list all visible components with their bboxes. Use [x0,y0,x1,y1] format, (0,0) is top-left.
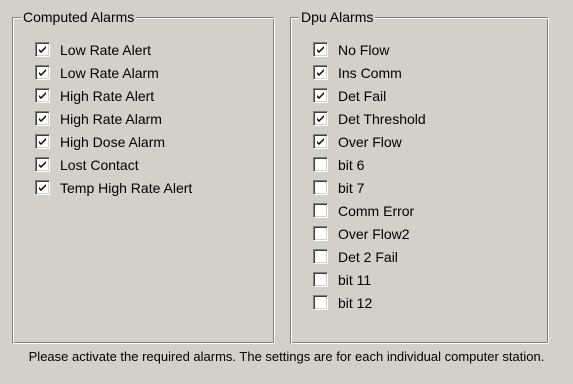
dpu-alarms-title: Dpu Alarms [299,8,376,26]
checkmark-icon [39,138,46,145]
computed-alarms-list: Low Rate Alert Low Rate Alarm High Rate Al… [35,38,192,199]
dpu-alarm-checkbox-det-2-fail[interactable]: Det 2 Fail [313,245,426,268]
computed-alarm-checkbox-low-rate-alert[interactable]: Low Rate Alert [35,38,192,61]
checkmark-icon [39,69,46,76]
checkmark-icon [39,115,46,122]
checkmark-icon [317,92,324,99]
computed-alarm-checkbox-high-rate-alert[interactable]: High Rate Alert [35,84,192,107]
dpu-alarm-checkbox-bit-11[interactable]: bit 11 [313,268,426,291]
checkmark-icon [317,69,324,76]
alarm-settings-panel: { "computed_alarms": { "title": "Compute… [0,0,573,384]
checkbox-box[interactable] [313,88,328,103]
dpu-alarms-list: No Flow Ins Comm Det Fail Det Threshold Over… [313,38,426,314]
dpu-alarm-checkbox-bit-7[interactable]: bit 7 [313,176,426,199]
checkbox-box[interactable] [35,180,50,195]
checkmark-icon [317,46,324,53]
dpu-alarm-checkbox-ins-comm[interactable]: Ins Comm [313,61,426,84]
dpu-alarm-checkbox-det-threshold[interactable]: Det Threshold [313,107,426,130]
dpu-alarm-checkbox-bit-12[interactable]: bit 12 [313,291,426,314]
checkmark-icon [317,138,324,145]
checkmark-icon [39,161,46,168]
checkbox-label: Det 2 Fail [338,248,398,265]
computed-alarm-checkbox-temp-high-rate-alert[interactable]: Temp High Rate Alert [35,176,192,199]
computed-alarms-title: Computed Alarms [21,8,137,26]
checkbox-box[interactable] [35,157,50,172]
checkbox-box[interactable] [313,203,328,218]
checkbox-box[interactable] [35,88,50,103]
checkbox-box[interactable] [313,272,328,287]
checkbox-box[interactable] [35,65,50,80]
checkbox-label: Low Rate Alarm [60,64,159,81]
checkbox-label: Temp High Rate Alert [60,179,193,196]
checkbox-label: Ins Comm [338,64,402,81]
checkmark-icon [39,92,46,99]
checkbox-label: Comm Error [338,202,415,219]
dpu-alarm-checkbox-no-flow[interactable]: No Flow [313,38,426,61]
checkbox-label: High Rate Alert [60,87,155,104]
computed-alarm-checkbox-high-dose-alarm[interactable]: High Dose Alarm [35,130,192,153]
checkbox-label: Over Flow [338,133,402,150]
dpu-alarm-checkbox-over-flow[interactable]: Over Flow [313,130,426,153]
instructions-text: Please activate the required alarms. The… [28,349,545,364]
checkbox-label: Low Rate Alert [60,41,152,58]
checkbox-label: High Dose Alarm [60,133,166,150]
checkmark-icon [39,184,46,191]
checkbox-label: Over Flow2 [338,225,410,242]
checkbox-box[interactable] [313,65,328,80]
checkbox-label: Det Threshold [338,110,426,127]
checkmark-icon [317,115,324,122]
checkbox-box[interactable] [35,111,50,126]
computed-alarm-checkbox-low-rate-alarm[interactable]: Low Rate Alarm [35,61,192,84]
checkbox-box[interactable] [35,42,50,57]
checkbox-box[interactable] [313,226,328,241]
dpu-alarm-checkbox-bit-6[interactable]: bit 6 [313,153,426,176]
computed-alarms-group: Computed Alarms Low Rate Alert Low Rate A… [12,8,275,344]
checkbox-label: High Rate Alarm [60,110,162,127]
checkbox-label: Lost Contact [60,156,139,173]
checkbox-box[interactable] [313,249,328,264]
checkbox-box[interactable] [313,42,328,57]
computed-alarm-checkbox-high-rate-alarm[interactable]: High Rate Alarm [35,107,192,130]
checkbox-label: No Flow [338,41,390,58]
checkbox-label: bit 11 [338,271,372,288]
dpu-alarm-checkbox-over-flow2[interactable]: Over Flow2 [313,222,426,245]
dpu-alarm-checkbox-det-fail[interactable]: Det Fail [313,84,426,107]
checkmark-icon [39,46,46,53]
checkbox-label: bit 12 [338,294,373,311]
checkbox-label: bit 6 [338,156,365,173]
computed-alarm-checkbox-lost-contact[interactable]: Lost Contact [35,153,192,176]
checkbox-box[interactable] [313,134,328,149]
checkbox-label: Det Fail [338,87,387,104]
dpu-alarm-checkbox-comm-error[interactable]: Comm Error [313,199,426,222]
checkbox-box[interactable] [313,180,328,195]
checkbox-box[interactable] [313,157,328,172]
checkbox-box[interactable] [313,111,328,126]
checkbox-label: bit 7 [338,179,365,196]
checkbox-box[interactable] [313,295,328,310]
dpu-alarms-group: Dpu Alarms No Flow Ins Comm Det Fail Det Th… [290,8,549,344]
checkbox-box[interactable] [35,134,50,149]
